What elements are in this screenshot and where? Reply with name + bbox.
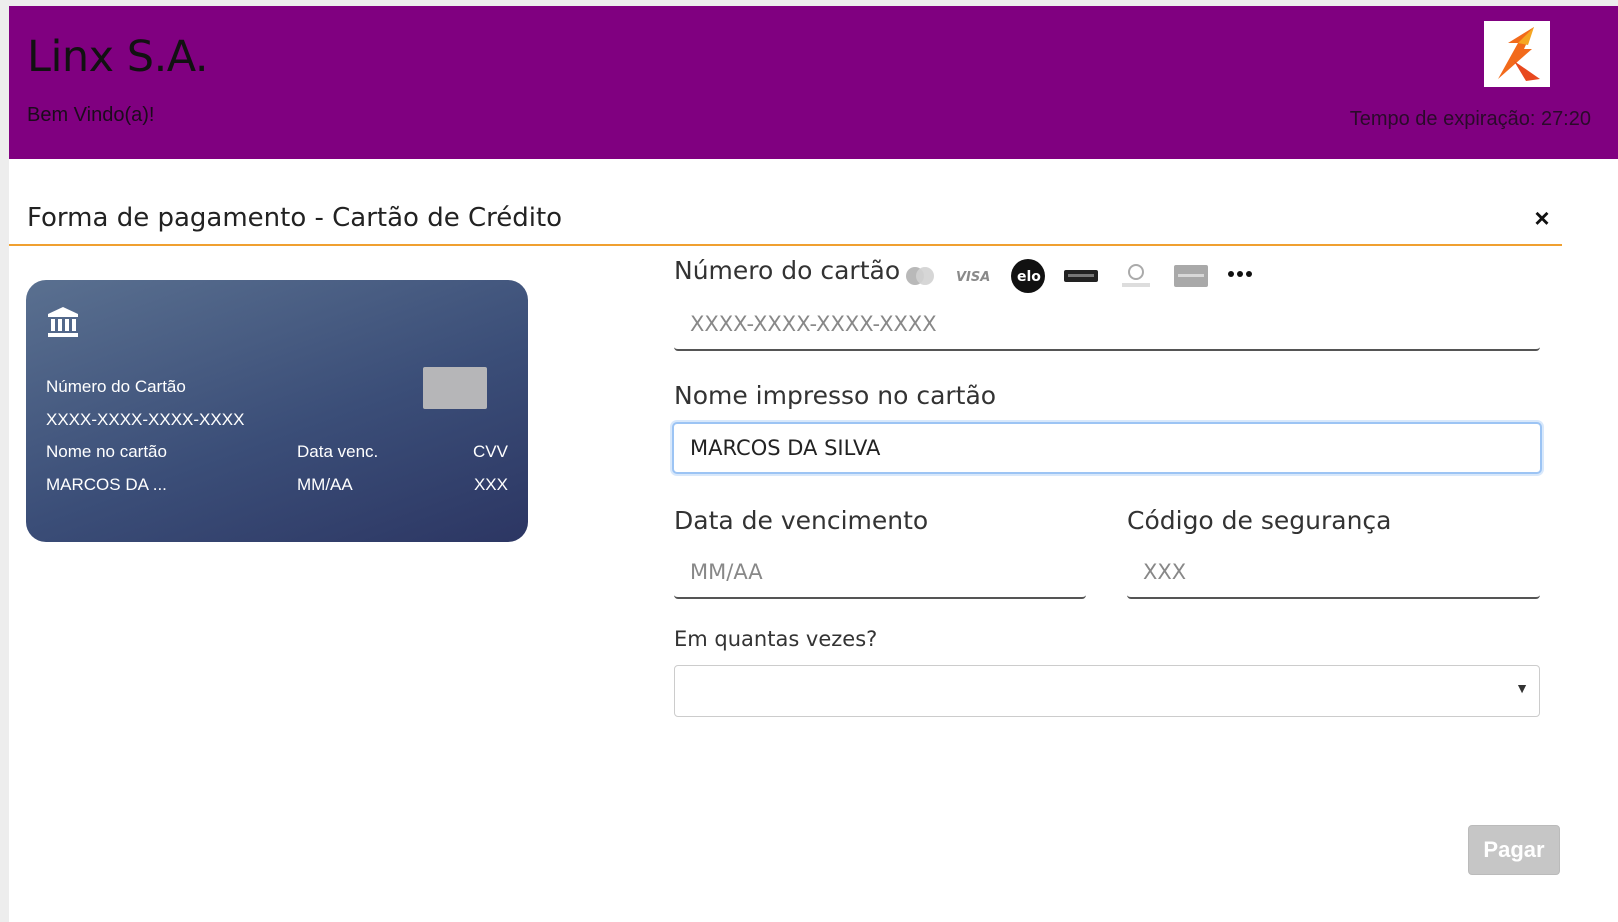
card-number-value: XXXX-XXXX-XXXX-XXXX (46, 410, 245, 429)
company-name: Linx S.A. (27, 32, 209, 82)
hipercard-icon (1062, 264, 1100, 288)
security-code-input[interactable] (1127, 547, 1540, 599)
card-number-input[interactable] (674, 299, 1540, 351)
card-preview: Número do Cartão XXXX-XXXX-XXXX-XXXX Nom… (26, 280, 528, 542)
card-name-value: MARCOS DA ... (46, 475, 167, 494)
header-bar: Linx S.A. Bem Vindo(a)! Tempo de expiraç… (9, 6, 1618, 159)
bank-icon (48, 307, 78, 337)
page: Linx S.A. Bem Vindo(a)! Tempo de expiraç… (9, 6, 1618, 922)
visa-icon: VISA (954, 264, 994, 288)
card-number-field-label: Número do cartão (674, 256, 901, 285)
section-divider (9, 244, 1562, 246)
card-brand-list: VISA elo (902, 256, 1254, 296)
card-name-field-label: Nome impresso no cartão (674, 381, 997, 410)
more-icon[interactable] (1226, 266, 1254, 286)
svg-text:elo: elo (1017, 269, 1041, 285)
chevron-down-icon: ▼ (1515, 680, 1529, 696)
card-exp-label: Data venc. (297, 442, 379, 461)
card-number-label: Número do Cartão (46, 377, 186, 396)
expiration-input[interactable] (674, 547, 1086, 599)
diners-icon (1116, 261, 1156, 291)
page-title: Forma de pagamento - Cartão de Crédito (27, 203, 563, 233)
card-cvv-value: XXX (473, 475, 508, 494)
expiration-timer: Tempo de expiração: 27:20 (1349, 108, 1591, 130)
close-button[interactable]: × (1527, 203, 1557, 233)
card-exp-value: MM/AA (297, 475, 353, 494)
linx-logo-icon (1484, 21, 1550, 87)
welcome-text: Bem Vindo(a)! (27, 104, 155, 126)
card-chip (423, 367, 487, 409)
elo-icon: elo (1010, 258, 1046, 294)
pay-button[interactable]: Pagar (1468, 825, 1560, 875)
installments-select[interactable]: ▼ (674, 665, 1540, 717)
svg-text:VISA: VISA (956, 270, 990, 285)
mastercard-icon (902, 264, 938, 288)
security-code-field-label: Código de segurança (1127, 506, 1392, 535)
card-cvv-label: CVV (473, 442, 508, 461)
installments-field-label: Em quantas vezes? (674, 627, 878, 651)
amex-icon (1172, 262, 1210, 290)
expiration-field-label: Data de vencimento (674, 506, 929, 535)
card-name-label: Nome no cartão (46, 442, 167, 461)
card-name-input[interactable] (672, 422, 1542, 474)
